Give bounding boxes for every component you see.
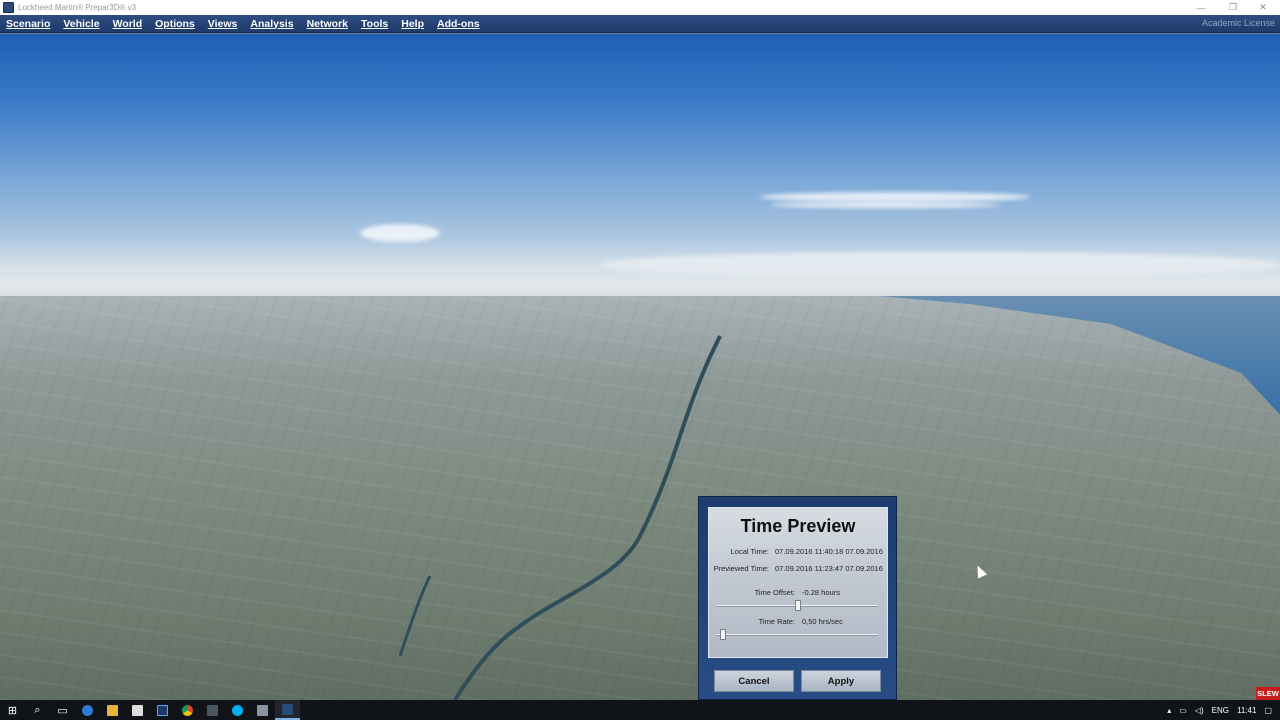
language-indicator[interactable]: ENG	[1212, 706, 1229, 715]
app-icon[interactable]	[200, 700, 225, 720]
local-time-value: 07.09.2016 11:40:18 07.09.2016	[775, 547, 883, 556]
menu-add-ons[interactable]: Add-ons	[431, 18, 486, 30]
restore-button[interactable]: ❐	[1218, 0, 1248, 15]
local-time-label: Local Time:	[730, 547, 769, 556]
app-icon-2[interactable]	[250, 700, 275, 720]
window-titlebar: Lockheed Martin® Prepar3D® v3 — ❐ ✕	[0, 0, 1280, 15]
skype-icon[interactable]	[225, 700, 250, 720]
slew-badge: SLEW	[1256, 687, 1280, 700]
previewed-time-value: 07.09.2016 11:23:47 07.09.2016	[775, 564, 883, 573]
license-label: Academic License	[1201, 18, 1275, 28]
time-preview-panel: Time Preview Local Time: 07.09.2016 11:4…	[708, 507, 888, 658]
menu-scenario[interactable]: Scenario	[0, 18, 56, 30]
file-explorer-icon[interactable]	[100, 700, 125, 720]
close-button[interactable]: ✕	[1248, 0, 1278, 15]
volume-icon[interactable]: ◁)	[1195, 706, 1204, 715]
dialog-title: Time Preview	[740, 516, 856, 536]
clock[interactable]: 11:41	[1237, 706, 1256, 715]
time-rate-slider-track[interactable]	[717, 634, 878, 636]
time-offset-label: Time Offset:	[754, 588, 795, 597]
previewed-time-label: Previewed Time:	[713, 564, 769, 573]
cloud	[760, 192, 1030, 202]
tray-chevron-icon[interactable]: ▴	[1167, 706, 1171, 715]
photoshop-icon[interactable]	[150, 700, 175, 720]
time-rate-value: 0,50 hrs/sec	[802, 617, 843, 626]
network-icon[interactable]: ▭	[1179, 706, 1187, 715]
time-rate-label: Time Rate:	[758, 617, 795, 626]
windows-start-icon[interactable]: ⊞	[0, 700, 25, 720]
simulator-viewport[interactable]	[0, 34, 1280, 700]
window-title: Lockheed Martin® Prepar3D® v3	[18, 3, 137, 12]
edge-icon[interactable]	[75, 700, 100, 720]
menu-world[interactable]: World	[107, 18, 149, 30]
time-offset-value: -0.28 hours	[802, 588, 840, 597]
cancel-button[interactable]: Cancel	[714, 670, 794, 692]
task-view-icon[interactable]: ▭	[50, 700, 75, 720]
search-icon[interactable]: ⌕	[25, 700, 50, 720]
time-rate-slider-thumb[interactable]	[720, 629, 727, 640]
minimize-button[interactable]: —	[1186, 0, 1216, 15]
cloud	[770, 202, 1000, 208]
chrome-icon[interactable]	[175, 700, 200, 720]
apply-button[interactable]: Apply	[801, 670, 881, 692]
system-tray: ▴ ▭ ◁) ENG 11:41 ▢	[1163, 700, 1280, 720]
store-icon[interactable]	[125, 700, 150, 720]
menu-network[interactable]: Network	[301, 18, 354, 30]
prepar3d-icon[interactable]	[275, 700, 300, 720]
menu-analysis[interactable]: Analysis	[244, 18, 299, 30]
menu-bar: Scenario Vehicle World Options Views Ana…	[0, 15, 1280, 33]
time-offset-slider-thumb[interactable]	[794, 600, 801, 611]
menu-vehicle[interactable]: Vehicle	[57, 18, 105, 30]
river	[398, 335, 722, 700]
menu-options[interactable]: Options	[149, 18, 201, 30]
menu-help[interactable]: Help	[395, 18, 430, 30]
windows-taskbar: ⊞ ⌕ ▭	[0, 700, 1280, 720]
notification-icon[interactable]: ▢	[1264, 706, 1272, 715]
prepar3d-app-icon	[3, 2, 14, 13]
menu-tools[interactable]: Tools	[355, 18, 394, 30]
menu-views[interactable]: Views	[202, 18, 244, 30]
